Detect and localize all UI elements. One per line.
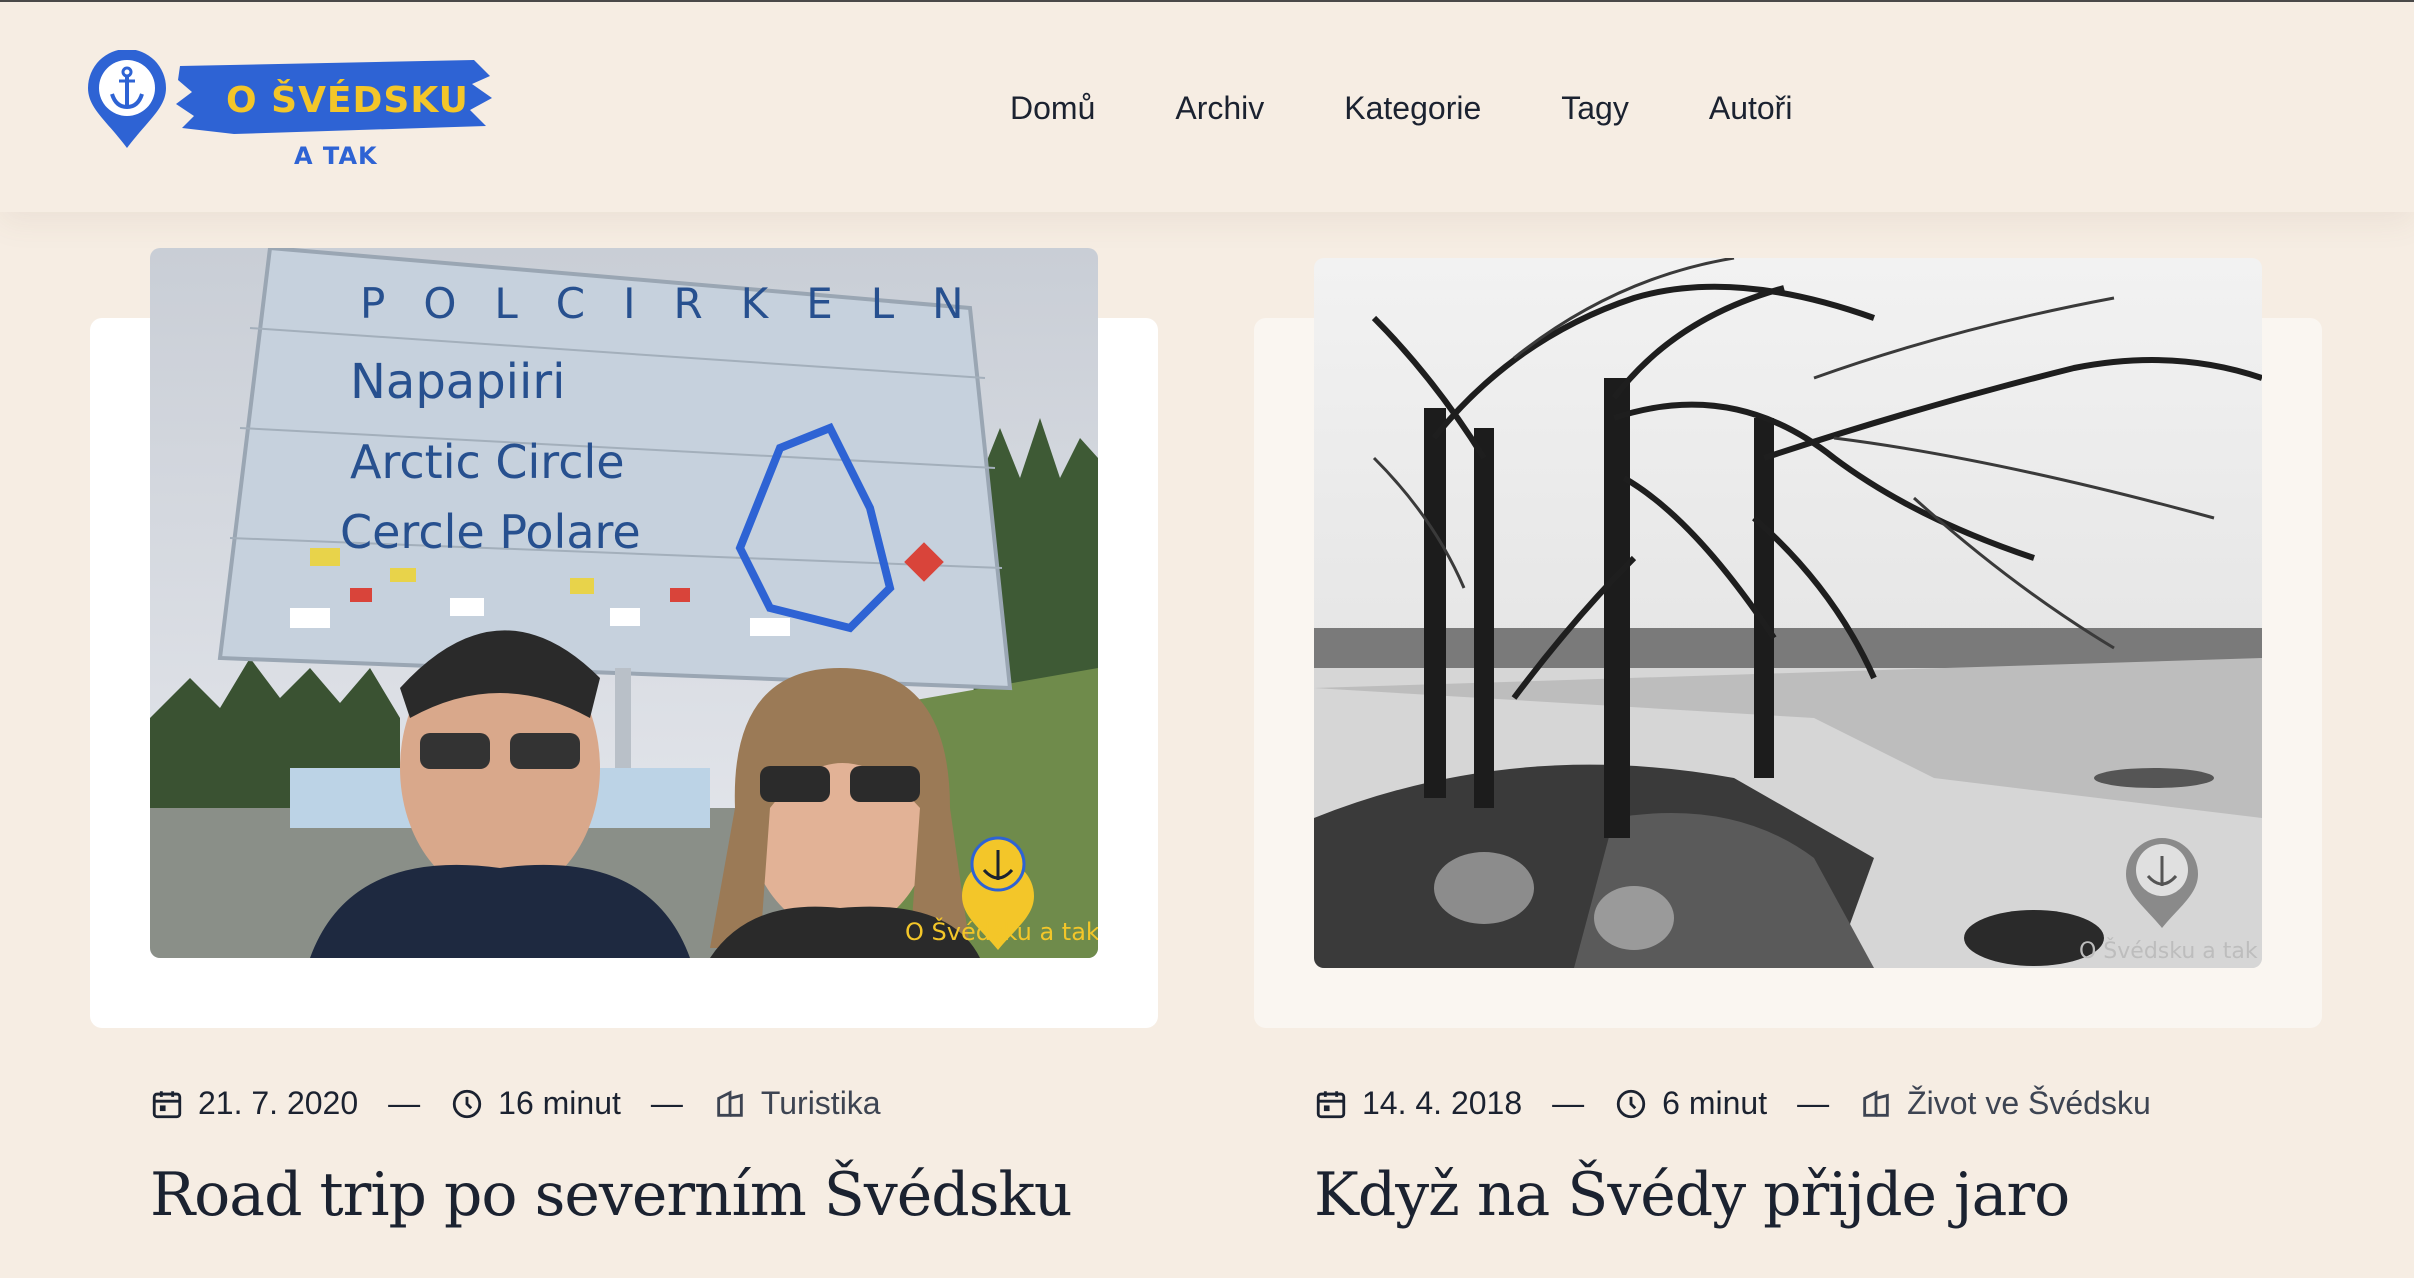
svg-text:O Švédsku a tak: O Švédsku a tak <box>2079 938 2258 964</box>
post-image: O Švédsku a tak <box>1314 258 2262 968</box>
meta-separator: — <box>388 1085 421 1121</box>
meta-separator: — <box>1797 1085 1830 1121</box>
clock-icon <box>452 1089 482 1118</box>
meta-separator: — <box>650 1085 683 1121</box>
logo-subtitle: A TAK <box>294 142 378 170</box>
category-icon <box>717 1089 743 1117</box>
svg-text:Arctic Circle: Arctic Circle <box>350 435 625 489</box>
meta-separator: — <box>1552 1085 1585 1121</box>
svg-text:Napapiiri: Napapiiri <box>350 354 565 410</box>
nav-item-tags[interactable]: Tagy <box>1561 90 1629 127</box>
svg-text:POLCIRKELN: POLCIRKELN <box>360 279 1002 328</box>
nav-item-categories[interactable]: Kategorie <box>1344 90 1481 127</box>
post-date: 21. 7. 2020 <box>198 1085 359 1121</box>
svg-text:Cercle Polare: Cercle Polare <box>340 505 641 559</box>
category-icon <box>1863 1089 1889 1117</box>
calendar-icon <box>152 1090 182 1118</box>
post-image: POLCIRKELN Napapiiri Arctic Circle Cercl… <box>150 248 1098 958</box>
nav-item-archive[interactable]: Archiv <box>1175 90 1264 127</box>
nav-item-home[interactable]: Domů <box>1010 90 1095 127</box>
post-meta: 21. 7. 2020 — 16 minut — Turistika <box>150 1085 881 1122</box>
main-nav: Domů Archiv Kategorie Tagy Autoři <box>1010 90 1872 127</box>
site-header: O ŠVÉDSKU A TAK Domů Archiv Kategorie Ta… <box>0 2 2414 212</box>
post-meta: 14. 4. 2018 — 6 minut — Život ve Švédsku <box>1314 1085 2151 1122</box>
nav-item-authors[interactable]: Autoři <box>1709 90 1793 127</box>
post-category-link[interactable]: Turistika <box>761 1085 881 1122</box>
svg-text:O Švédsku a tak: O Švédsku a tak <box>905 916 1098 946</box>
post-image-link[interactable]: O Švédsku a tak <box>1314 258 2262 968</box>
logo-title: O ŠVÉDSKU <box>226 80 469 121</box>
post-title[interactable]: Road trip po severním Švédsku <box>150 1160 1073 1230</box>
post-date: 14. 4. 2018 <box>1362 1085 1523 1121</box>
anchor-pin-icon <box>88 50 166 148</box>
site-logo[interactable]: O ŠVÉDSKU A TAK <box>86 50 496 170</box>
post-read-time: 16 minut <box>498 1085 621 1121</box>
calendar-icon <box>1316 1090 1346 1118</box>
post-read-time: 6 minut <box>1662 1085 1768 1121</box>
post-category-link[interactable]: Život ve Švédsku <box>1907 1085 2151 1122</box>
post-title[interactable]: Když na Švédy přijde jaro <box>1314 1160 2070 1230</box>
clock-icon <box>1616 1089 1646 1118</box>
post-image-link[interactable]: POLCIRKELN Napapiiri Arctic Circle Cercl… <box>150 248 1098 958</box>
